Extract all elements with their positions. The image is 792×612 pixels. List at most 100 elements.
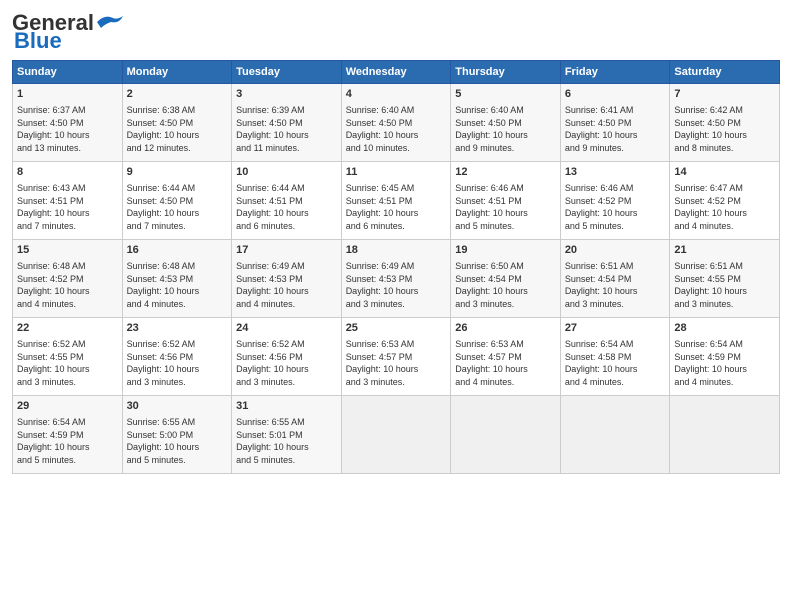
header-cell-sunday: Sunday <box>13 61 123 84</box>
day-detail: and 3 minutes. <box>17 376 118 389</box>
day-detail: Sunset: 4:51 PM <box>346 195 447 208</box>
calendar-cell: 22Sunrise: 6:52 AMSunset: 4:55 PMDayligh… <box>13 318 123 396</box>
day-number: 20 <box>565 243 666 259</box>
day-detail: Sunset: 4:53 PM <box>346 273 447 286</box>
header-row: SundayMondayTuesdayWednesdayThursdayFrid… <box>13 61 780 84</box>
day-detail: Sunset: 4:59 PM <box>17 429 118 442</box>
calendar-cell: 23Sunrise: 6:52 AMSunset: 4:56 PMDayligh… <box>122 318 232 396</box>
day-detail: Daylight: 10 hours <box>455 285 556 298</box>
day-detail: Sunset: 4:50 PM <box>674 117 775 130</box>
calendar-cell: 20Sunrise: 6:51 AMSunset: 4:54 PMDayligh… <box>560 240 670 318</box>
day-detail: Daylight: 10 hours <box>236 207 337 220</box>
day-detail: Daylight: 10 hours <box>17 285 118 298</box>
calendar-cell: 28Sunrise: 6:54 AMSunset: 4:59 PMDayligh… <box>670 318 780 396</box>
day-detail: and 6 minutes. <box>236 220 337 233</box>
day-detail: and 6 minutes. <box>346 220 447 233</box>
day-detail: and 4 minutes. <box>236 298 337 311</box>
day-detail: Sunset: 4:50 PM <box>565 117 666 130</box>
header-cell-friday: Friday <box>560 61 670 84</box>
day-detail: and 3 minutes. <box>674 298 775 311</box>
day-number: 24 <box>236 321 337 337</box>
day-detail: Daylight: 10 hours <box>127 363 228 376</box>
day-detail: Daylight: 10 hours <box>565 207 666 220</box>
calendar-cell: 24Sunrise: 6:52 AMSunset: 4:56 PMDayligh… <box>232 318 342 396</box>
day-detail: Daylight: 10 hours <box>236 285 337 298</box>
day-detail: and 3 minutes. <box>346 298 447 311</box>
day-detail: Sunset: 4:53 PM <box>236 273 337 286</box>
day-number: 13 <box>565 165 666 181</box>
day-detail: and 4 minutes. <box>455 376 556 389</box>
day-detail: Sunset: 4:52 PM <box>565 195 666 208</box>
day-detail: Daylight: 10 hours <box>346 285 447 298</box>
calendar-cell: 7Sunrise: 6:42 AMSunset: 4:50 PMDaylight… <box>670 84 780 162</box>
day-detail: Daylight: 10 hours <box>455 363 556 376</box>
day-detail: Daylight: 10 hours <box>236 129 337 142</box>
calendar-cell <box>670 396 780 474</box>
day-detail: Daylight: 10 hours <box>346 363 447 376</box>
header-cell-wednesday: Wednesday <box>341 61 451 84</box>
day-detail: Daylight: 10 hours <box>565 129 666 142</box>
calendar-cell: 31Sunrise: 6:55 AMSunset: 5:01 PMDayligh… <box>232 396 342 474</box>
day-number: 15 <box>17 243 118 259</box>
day-number: 28 <box>674 321 775 337</box>
day-number: 19 <box>455 243 556 259</box>
header-cell-saturday: Saturday <box>670 61 780 84</box>
day-detail: Sunrise: 6:55 AM <box>236 416 337 429</box>
day-detail: Sunrise: 6:39 AM <box>236 104 337 117</box>
day-number: 16 <box>127 243 228 259</box>
day-detail: Sunset: 4:50 PM <box>346 117 447 130</box>
day-detail: Sunrise: 6:46 AM <box>565 182 666 195</box>
day-detail: Sunset: 5:01 PM <box>236 429 337 442</box>
day-detail: and 9 minutes. <box>565 142 666 155</box>
day-detail: and 5 minutes. <box>127 454 228 467</box>
day-detail: and 4 minutes. <box>17 298 118 311</box>
day-detail: Sunset: 4:50 PM <box>127 117 228 130</box>
day-detail: Daylight: 10 hours <box>17 207 118 220</box>
day-detail: and 3 minutes. <box>455 298 556 311</box>
day-detail: Daylight: 10 hours <box>127 285 228 298</box>
day-detail: Daylight: 10 hours <box>127 441 228 454</box>
day-detail: and 3 minutes. <box>127 376 228 389</box>
day-detail: Sunrise: 6:54 AM <box>17 416 118 429</box>
day-number: 2 <box>127 87 228 103</box>
day-number: 9 <box>127 165 228 181</box>
day-detail: Sunrise: 6:49 AM <box>346 260 447 273</box>
day-detail: Sunset: 4:59 PM <box>674 351 775 364</box>
day-detail: and 13 minutes. <box>17 142 118 155</box>
day-detail: Sunset: 5:00 PM <box>127 429 228 442</box>
header: General Blue <box>12 10 780 54</box>
calendar-cell: 5Sunrise: 6:40 AMSunset: 4:50 PMDaylight… <box>451 84 561 162</box>
calendar-cell: 9Sunrise: 6:44 AMSunset: 4:50 PMDaylight… <box>122 162 232 240</box>
day-detail: Sunrise: 6:38 AM <box>127 104 228 117</box>
day-detail: Sunset: 4:50 PM <box>455 117 556 130</box>
day-detail: Sunrise: 6:41 AM <box>565 104 666 117</box>
day-detail: Sunset: 4:51 PM <box>455 195 556 208</box>
day-detail: Sunrise: 6:46 AM <box>455 182 556 195</box>
day-detail: Sunrise: 6:44 AM <box>127 182 228 195</box>
day-detail: Sunset: 4:52 PM <box>674 195 775 208</box>
calendar-week-4: 22Sunrise: 6:52 AMSunset: 4:55 PMDayligh… <box>13 318 780 396</box>
calendar-week-3: 15Sunrise: 6:48 AMSunset: 4:52 PMDayligh… <box>13 240 780 318</box>
day-detail: and 11 minutes. <box>236 142 337 155</box>
calendar-cell: 15Sunrise: 6:48 AMSunset: 4:52 PMDayligh… <box>13 240 123 318</box>
day-detail: Sunrise: 6:53 AM <box>346 338 447 351</box>
day-detail: Sunrise: 6:52 AM <box>127 338 228 351</box>
day-detail: Sunset: 4:56 PM <box>236 351 337 364</box>
day-detail: and 4 minutes. <box>674 220 775 233</box>
logo-blue: Blue <box>14 28 62 54</box>
calendar-cell: 10Sunrise: 6:44 AMSunset: 4:51 PMDayligh… <box>232 162 342 240</box>
day-detail: Daylight: 10 hours <box>17 441 118 454</box>
calendar-cell: 29Sunrise: 6:54 AMSunset: 4:59 PMDayligh… <box>13 396 123 474</box>
day-detail: and 4 minutes. <box>127 298 228 311</box>
calendar-cell: 14Sunrise: 6:47 AMSunset: 4:52 PMDayligh… <box>670 162 780 240</box>
header-cell-thursday: Thursday <box>451 61 561 84</box>
day-detail: Daylight: 10 hours <box>674 285 775 298</box>
calendar-cell: 16Sunrise: 6:48 AMSunset: 4:53 PMDayligh… <box>122 240 232 318</box>
header-cell-tuesday: Tuesday <box>232 61 342 84</box>
day-detail: Sunrise: 6:42 AM <box>674 104 775 117</box>
day-detail: Sunrise: 6:55 AM <box>127 416 228 429</box>
day-detail: and 7 minutes. <box>17 220 118 233</box>
day-detail: Sunrise: 6:37 AM <box>17 104 118 117</box>
day-number: 21 <box>674 243 775 259</box>
calendar-cell: 19Sunrise: 6:50 AMSunset: 4:54 PMDayligh… <box>451 240 561 318</box>
